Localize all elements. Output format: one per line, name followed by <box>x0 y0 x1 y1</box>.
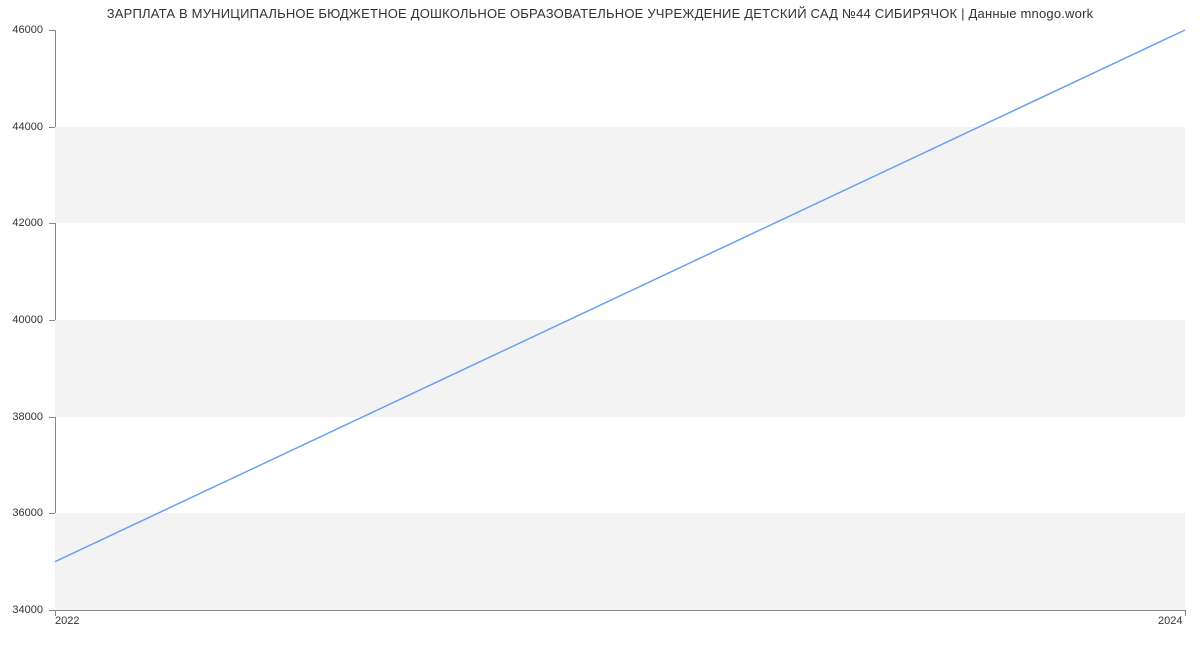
ytick-label: 40000 <box>12 314 55 326</box>
ytick-label: 38000 <box>12 411 55 423</box>
plot-area: 34000 36000 38000 40000 42000 44000 4600… <box>55 30 1185 610</box>
ytick-label: 46000 <box>12 24 55 36</box>
chart-container: ЗАРПЛАТА В МУНИЦИПАЛЬНОЕ БЮДЖЕТНОЕ ДОШКО… <box>0 0 1200 650</box>
chart-title: ЗАРПЛАТА В МУНИЦИПАЛЬНОЕ БЮДЖЕТНОЕ ДОШКО… <box>0 6 1200 21</box>
series-svg <box>55 30 1185 610</box>
xtick-mark <box>1185 610 1186 616</box>
ytick-label: 36000 <box>12 507 55 519</box>
xtick-label: 2022 <box>55 615 79 627</box>
series-line <box>55 30 1185 562</box>
plot-inner: 34000 36000 38000 40000 42000 44000 4600… <box>55 30 1185 610</box>
xtick-label: 2024 <box>1158 615 1182 627</box>
x-axis-line <box>55 610 1185 611</box>
ytick-label: 34000 <box>12 604 55 616</box>
ytick-label: 42000 <box>12 217 55 229</box>
ytick-label: 44000 <box>12 121 55 133</box>
